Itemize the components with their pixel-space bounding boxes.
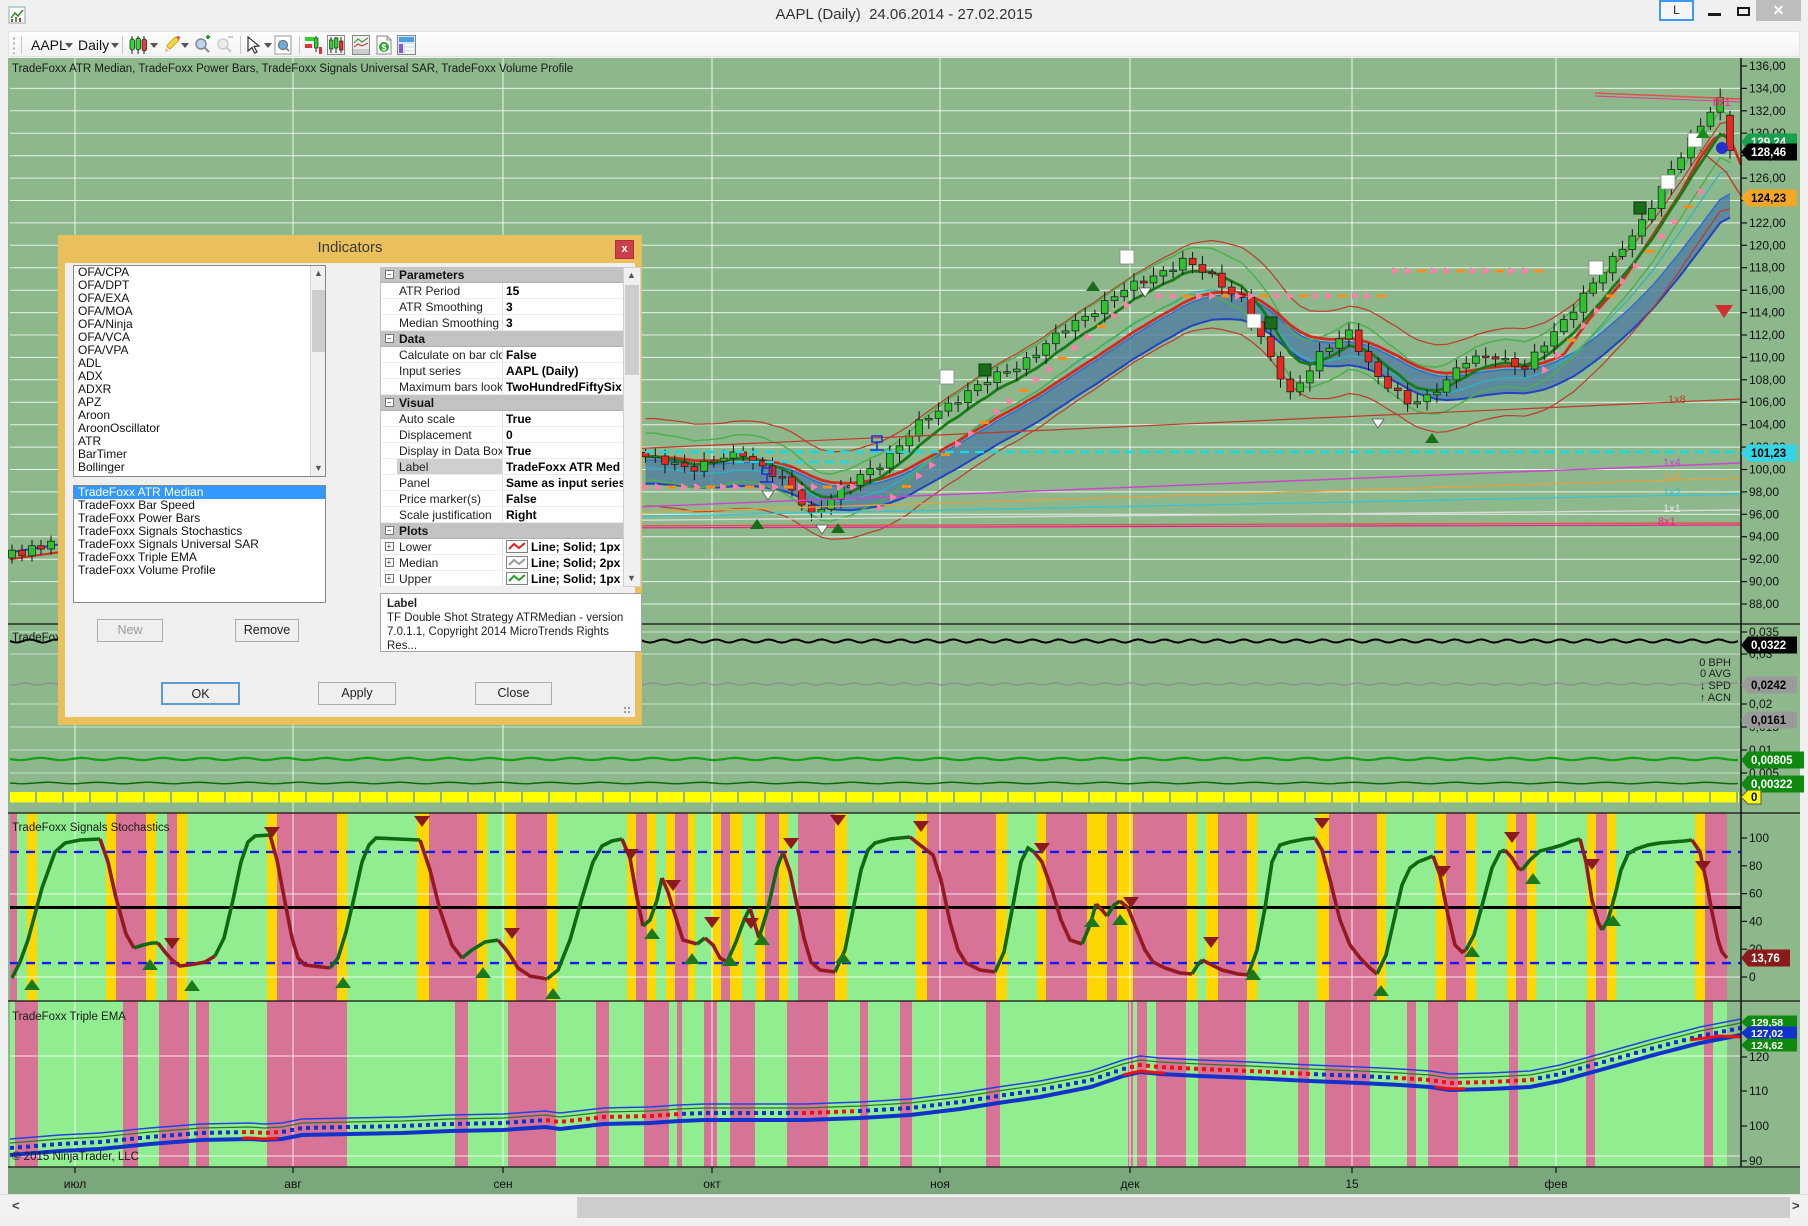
svg-text:8x1: 8x1 bbox=[1658, 516, 1676, 528]
svg-text:© 2015 NinjaTrader, LLC: © 2015 NinjaTrader, LLC bbox=[12, 1151, 139, 1163]
svg-text:0: 0 bbox=[1751, 792, 1757, 804]
svg-text:100: 100 bbox=[1749, 831, 1769, 845]
svg-text:ноя: ноя bbox=[930, 1177, 950, 1191]
svg-text:0,0242: 0,0242 bbox=[1751, 680, 1786, 692]
svg-text:60: 60 bbox=[1749, 887, 1763, 901]
svg-text:0: 0 bbox=[1749, 970, 1756, 984]
svg-text:108,00: 108,00 bbox=[1749, 373, 1786, 387]
svg-text:1x1: 1x1 bbox=[1663, 503, 1681, 515]
svg-text:112,00: 112,00 bbox=[1749, 328, 1785, 342]
svg-text:118,00: 118,00 bbox=[1749, 261, 1785, 275]
svg-text:110: 110 bbox=[1749, 1084, 1768, 1098]
svg-text:94,00: 94,00 bbox=[1749, 530, 1779, 544]
svg-text:116,00: 116,00 bbox=[1749, 283, 1785, 297]
svg-text:120: 120 bbox=[1749, 1050, 1769, 1064]
svg-text:1x3: 1x3 bbox=[1663, 471, 1681, 483]
svg-text:90: 90 bbox=[1749, 1154, 1763, 1168]
svg-text:0,0322: 0,0322 bbox=[1751, 640, 1786, 652]
svg-text:$: $ bbox=[381, 43, 386, 53]
svg-text:114,00: 114,00 bbox=[1749, 306, 1785, 320]
svg-text:дек: дек bbox=[1121, 1177, 1141, 1191]
svg-text:100: 100 bbox=[1749, 1119, 1769, 1133]
svg-text:122,00: 122,00 bbox=[1749, 216, 1786, 230]
svg-text:↑ ACN: ↑ ACN bbox=[1700, 692, 1731, 704]
svg-text:101,23: 101,23 bbox=[1751, 448, 1786, 460]
svg-text:1x4: 1x4 bbox=[1663, 457, 1681, 469]
svg-text:106,00: 106,00 bbox=[1749, 395, 1786, 409]
svg-text:136,00: 136,00 bbox=[1749, 59, 1786, 73]
svg-text:90,00: 90,00 bbox=[1749, 575, 1779, 589]
svg-text:окт: окт bbox=[703, 1177, 721, 1191]
svg-text:0,00322: 0,00322 bbox=[1751, 779, 1793, 791]
svg-text:↓ SPD: ↓ SPD bbox=[1700, 680, 1731, 692]
svg-text:128,46: 128,46 bbox=[1751, 147, 1786, 159]
svg-text:фев: фев bbox=[1545, 1177, 1568, 1191]
svg-text:92,00: 92,00 bbox=[1749, 552, 1779, 566]
svg-text:40: 40 bbox=[1749, 914, 1763, 928]
svg-text:0 AVG: 0 AVG bbox=[1700, 668, 1731, 680]
svg-text:0,00805: 0,00805 bbox=[1751, 755, 1793, 767]
svg-text:13,76: 13,76 bbox=[1751, 953, 1780, 965]
svg-text:126,00: 126,00 bbox=[1749, 171, 1786, 185]
svg-text:134,00: 134,00 bbox=[1749, 81, 1786, 95]
svg-text:127,02: 127,02 bbox=[1751, 1028, 1783, 1040]
svg-text:132,00: 132,00 bbox=[1749, 104, 1786, 118]
svg-text:120,00: 120,00 bbox=[1749, 238, 1786, 252]
svg-text:8x1: 8x1 bbox=[1713, 97, 1731, 109]
svg-text:TradeFoxx ATR Median, TradeFox: TradeFoxx ATR Median, TradeFoxx Power Ba… bbox=[12, 63, 573, 75]
svg-text:124,23: 124,23 bbox=[1751, 193, 1786, 205]
svg-text:15: 15 bbox=[1345, 1177, 1359, 1191]
svg-text:88,00: 88,00 bbox=[1749, 597, 1779, 611]
svg-text:1x2: 1x2 bbox=[1663, 487, 1681, 499]
svg-text:0,02: 0,02 bbox=[1749, 697, 1773, 711]
svg-text:TradeFoxx Triple EMA: TradeFoxx Triple EMA bbox=[12, 1011, 126, 1023]
svg-text:0,0161: 0,0161 bbox=[1751, 715, 1787, 727]
svg-text:110,00: 110,00 bbox=[1749, 350, 1785, 364]
svg-text:96,00: 96,00 bbox=[1749, 507, 1779, 521]
svg-text:98,00: 98,00 bbox=[1749, 485, 1779, 499]
svg-text:1x8: 1x8 bbox=[1668, 394, 1686, 406]
svg-text:авг: авг bbox=[284, 1177, 302, 1191]
svg-text:80: 80 bbox=[1749, 859, 1763, 873]
svg-text:июл: июл bbox=[64, 1177, 86, 1191]
svg-text:104,00: 104,00 bbox=[1749, 418, 1786, 432]
svg-text:TradeFoxx Signals Stochastics: TradeFoxx Signals Stochastics bbox=[12, 822, 170, 834]
svg-text:сен: сен bbox=[493, 1177, 512, 1191]
svg-text:124,62: 124,62 bbox=[1751, 1040, 1783, 1052]
svg-text:100,00: 100,00 bbox=[1749, 463, 1786, 477]
